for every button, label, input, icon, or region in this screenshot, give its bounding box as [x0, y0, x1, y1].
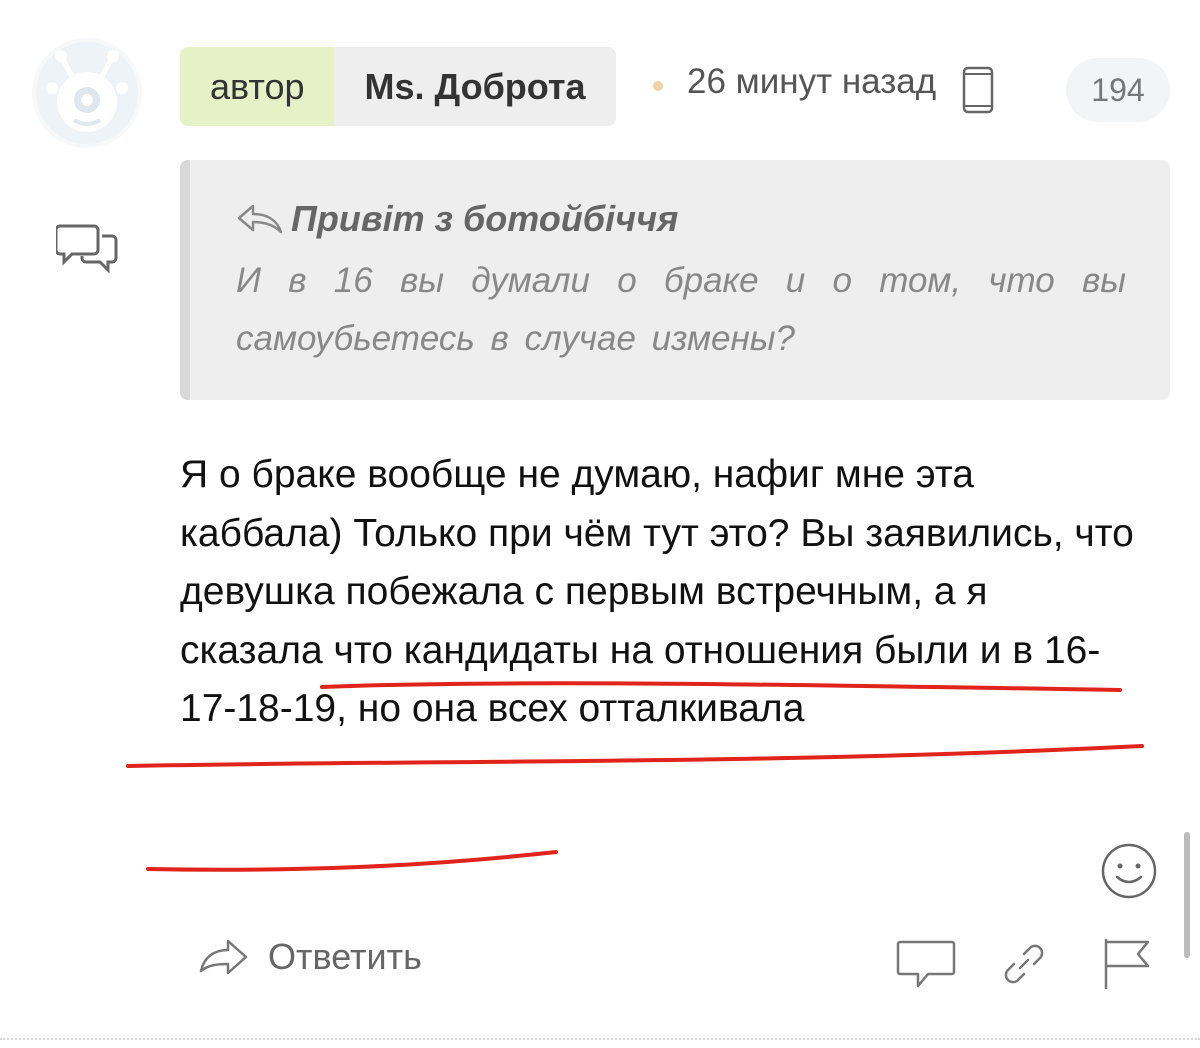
reply-button[interactable]: Ответить [198, 936, 422, 978]
comment-body: Я о браке вообще не думаю, нафиг мне эта… [180, 453, 1134, 730]
quote-author: Привіт з ботойбіччя [291, 198, 679, 239]
flag-icon[interactable] [1102, 938, 1152, 990]
speech-bubbles-icon[interactable] [56, 220, 120, 276]
link-icon[interactable] [1000, 940, 1048, 988]
annotation-underline-3 [146, 850, 558, 872]
scrollbar[interactable] [1184, 832, 1190, 958]
quote-text: И в 16 вы думали о браке и о том, что вы… [236, 261, 1126, 358]
avatar[interactable] [32, 38, 142, 148]
separator-dot [653, 81, 663, 91]
comment-timestamp[interactable]: 26 минут назад [687, 62, 936, 102]
reply-label: Ответить [268, 936, 422, 977]
alien-avatar-icon [46, 50, 128, 132]
author-tag: автор [180, 47, 335, 126]
reply-arrow-icon [199, 939, 248, 975]
quote-header[interactable]: Привіт з ботойбіччя [235, 198, 678, 240]
annotation-underline-2 [126, 744, 1144, 768]
rating-badge[interactable]: 194 [1066, 58, 1170, 122]
smartphone-icon [962, 66, 994, 114]
smile-icon[interactable] [1100, 842, 1158, 900]
author-badge: автор Ms. Доброта [180, 47, 616, 126]
speech-bubble-icon[interactable] [896, 938, 956, 990]
author-name-link[interactable]: Ms. Доброта [334, 47, 616, 126]
comment-divider [0, 1038, 1200, 1040]
reply-arrow-icon [237, 204, 283, 234]
